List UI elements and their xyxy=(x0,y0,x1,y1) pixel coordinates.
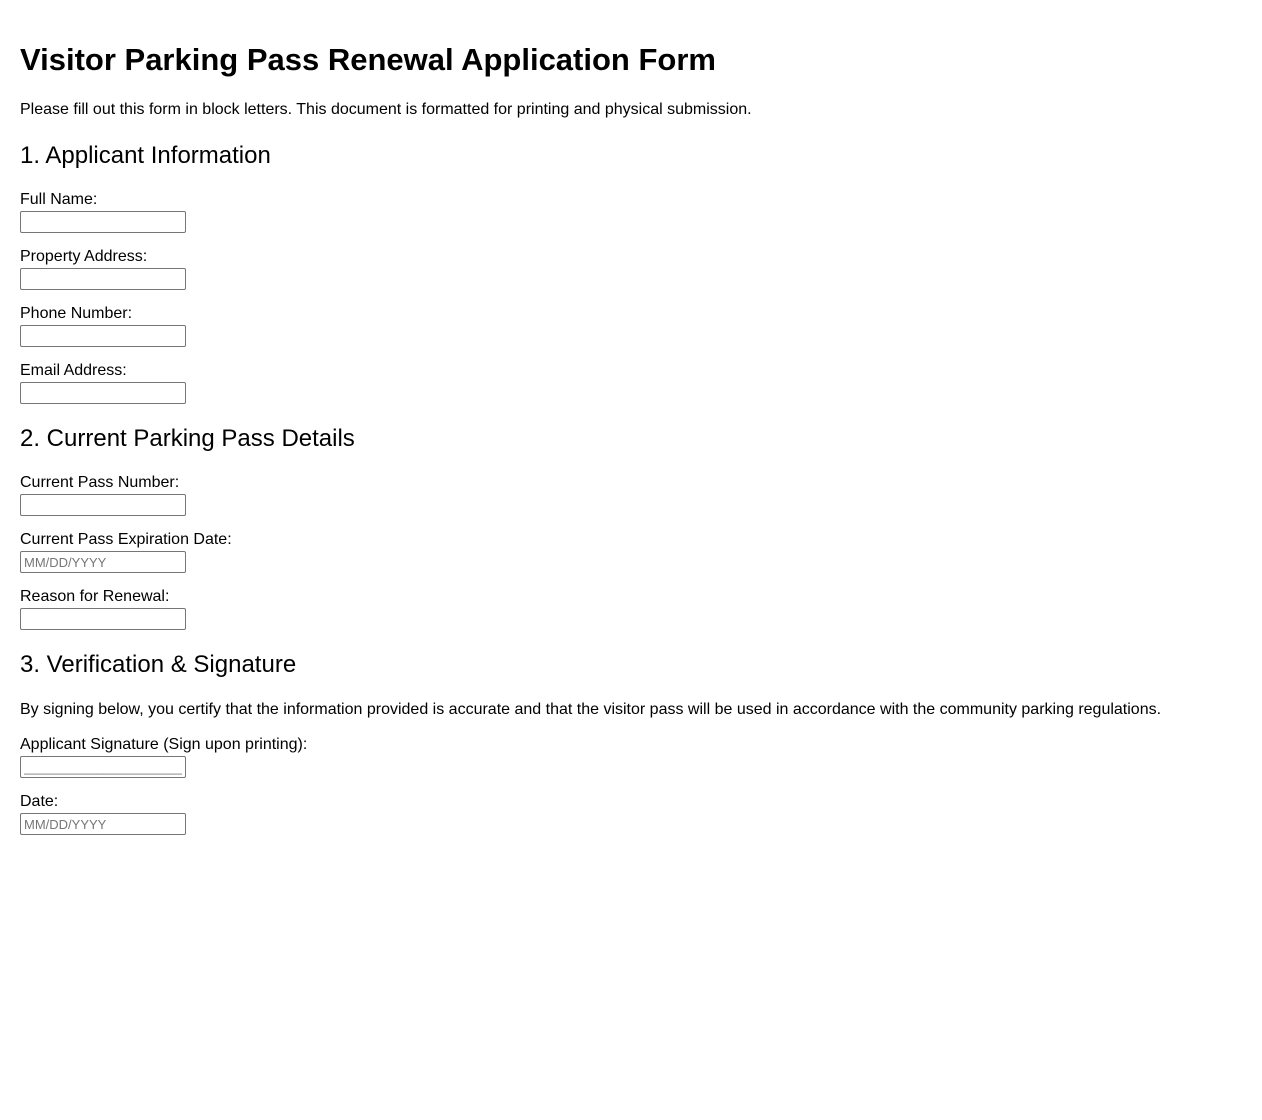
renewal-reason-field-group: Reason for Renewal: xyxy=(20,588,1242,630)
section-current-pass-details: 2. Current Parking Pass Details Current … xyxy=(20,425,1242,630)
expiration-date-field-group: Current Pass Expiration Date: xyxy=(20,531,1242,573)
full-name-label: Full Name: xyxy=(20,191,98,208)
date-field-group: Date: xyxy=(20,793,1242,835)
expiration-date-label: Current Pass Expiration Date: xyxy=(20,531,232,548)
property-address-field-group: Property Address: xyxy=(20,248,1242,290)
expiration-date-input[interactable] xyxy=(20,551,186,573)
signature-input[interactable] xyxy=(20,756,186,778)
signature-label: Applicant Signature (Sign upon printing)… xyxy=(20,736,308,753)
section-heading-verification: 3. Verification & Signature xyxy=(20,651,297,678)
signature-field-group: Applicant Signature (Sign upon printing)… xyxy=(20,736,1242,778)
property-address-label: Property Address: xyxy=(20,248,148,265)
full-name-field-group: Full Name: xyxy=(20,191,1242,233)
phone-number-input[interactable] xyxy=(20,325,186,347)
form-page: Visitor Parking Pass Renewal Application… xyxy=(0,0,1262,835)
email-address-input[interactable] xyxy=(20,382,186,404)
email-address-field-group: Email Address: xyxy=(20,362,1242,404)
section-heading-applicant: 1. Applicant Information xyxy=(20,142,271,169)
renewal-reason-label: Reason for Renewal: xyxy=(20,588,170,605)
full-name-input[interactable] xyxy=(20,211,186,233)
applicant-fields: Full Name: Property Address: Phone Numbe… xyxy=(20,191,1242,404)
pass-number-input[interactable] xyxy=(20,494,186,516)
renewal-reason-input[interactable] xyxy=(20,608,186,630)
form-instructions: Please fill out this form in block lette… xyxy=(20,101,752,118)
section-verification-signature: 3. Verification & Signature By signing b… xyxy=(20,651,1242,835)
email-address-label: Email Address: xyxy=(20,362,127,379)
section-heading-pass-details: 2. Current Parking Pass Details xyxy=(20,425,355,452)
verification-fields: Applicant Signature (Sign upon printing)… xyxy=(20,736,1242,835)
section-applicant-information: 1. Applicant Information Full Name: Prop… xyxy=(20,142,1242,404)
certification-statement: By signing below, you certify that the i… xyxy=(20,701,1162,718)
date-label: Date: xyxy=(20,793,59,810)
pass-number-label: Current Pass Number: xyxy=(20,474,180,491)
pass-fields: Current Pass Number: Current Pass Expira… xyxy=(20,474,1242,630)
property-address-input[interactable] xyxy=(20,268,186,290)
phone-number-label: Phone Number: xyxy=(20,305,133,322)
phone-number-field-group: Phone Number: xyxy=(20,305,1242,347)
pass-number-field-group: Current Pass Number: xyxy=(20,474,1242,516)
page-title: Visitor Parking Pass Renewal Application… xyxy=(20,42,716,77)
date-input[interactable] xyxy=(20,813,186,835)
